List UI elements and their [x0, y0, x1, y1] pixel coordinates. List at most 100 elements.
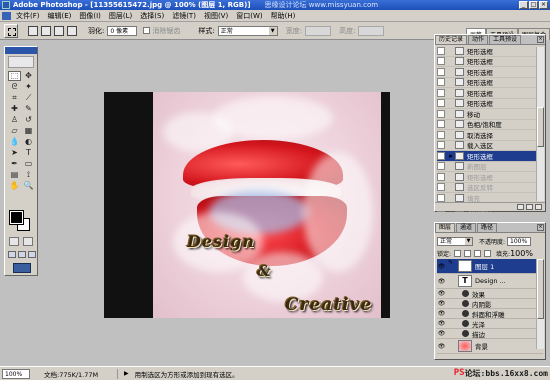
new-snapshot-icon[interactable]: [526, 204, 533, 210]
marquee-tool-icon[interactable]: ⬚: [8, 71, 21, 81]
history-item[interactable]: 色相/饱和度: [437, 120, 543, 130]
layer-row[interactable]: 👁 内阴影: [437, 299, 543, 309]
eye-icon[interactable]: 👁: [437, 330, 446, 337]
notes-tool-icon[interactable]: ▤: [8, 170, 21, 180]
new-selection-icon[interactable]: [28, 25, 38, 36]
history-source-checkbox[interactable]: [437, 141, 445, 150]
hand-tool-icon[interactable]: ✋: [8, 181, 21, 191]
history-item[interactable]: 矩形选框: [437, 172, 543, 183]
history-source-checkbox[interactable]: [437, 57, 445, 66]
layer-row[interactable]: 👁 光泽: [437, 319, 543, 329]
fill-input[interactable]: 100%: [510, 249, 533, 258]
eye-icon[interactable]: 👁: [437, 290, 446, 297]
menu-image[interactable]: 图像(I): [79, 11, 101, 21]
eyedropper-icon[interactable]: ⟟: [22, 170, 35, 180]
history-item[interactable]: 矩形选框: [437, 57, 543, 67]
trash-icon[interactable]: [535, 204, 542, 210]
shape-tool-icon[interactable]: ▭: [22, 159, 35, 169]
close-button[interactable]: ×: [539, 1, 548, 9]
history-item[interactable]: 矩形选框: [437, 78, 543, 88]
history-source-checkbox[interactable]: [437, 120, 445, 129]
jump-to-imageready-icon[interactable]: [13, 263, 31, 273]
opacity-input[interactable]: 100%: [507, 236, 532, 246]
layer-row[interactable]: 👁 背景: [437, 339, 543, 354]
layer-row[interactable]: 👁 T Design ...: [437, 274, 543, 289]
history-item[interactable]: 移动: [437, 109, 543, 120]
standard-mode-icon[interactable]: [9, 237, 19, 246]
layer-row[interactable]: 👁 ✎ 图层 1: [437, 259, 543, 274]
lock-all-checkbox[interactable]: [484, 249, 492, 257]
zoom-field[interactable]: 100%: [2, 368, 30, 379]
tab-history[interactable]: 历史记录: [435, 35, 468, 44]
eye-icon[interactable]: 👁: [437, 263, 446, 270]
history-source-checkbox[interactable]: [437, 46, 445, 55]
lock-transparency-checkbox[interactable]: [454, 249, 462, 257]
history-source-checkbox[interactable]: [437, 172, 445, 181]
type-tool-icon[interactable]: T: [22, 148, 35, 158]
eye-icon[interactable]: 👁: [437, 300, 446, 307]
move-tool-icon[interactable]: ✥: [22, 71, 35, 81]
history-item[interactable]: 载入选区: [437, 141, 543, 151]
blur-tool-icon[interactable]: 💧: [8, 137, 21, 147]
tab-tool-presets[interactable]: 工具预设: [489, 35, 522, 44]
tool-preset-picker[interactable]: [4, 23, 18, 38]
tab-layers[interactable]: 图层: [435, 223, 456, 232]
tab-paths[interactable]: 路径: [477, 223, 498, 232]
eraser-tool-icon[interactable]: ▱: [8, 126, 21, 136]
gradient-tool-icon[interactable]: ▦: [22, 126, 35, 136]
quickmask-mode-icon[interactable]: [23, 237, 33, 246]
history-scrollbar[interactable]: [536, 47, 544, 201]
history-item[interactable]: 矩形选框: [437, 88, 543, 99]
history-source-checkbox[interactable]: [437, 78, 445, 87]
history-brush-icon[interactable]: ↺: [22, 115, 35, 125]
screen-mode-full-icon[interactable]: [28, 251, 36, 258]
lasso-tool-icon[interactable]: ᘓ: [8, 82, 21, 92]
menu-filter[interactable]: 滤镜(T): [172, 11, 196, 21]
menu-select[interactable]: 选择(S): [140, 11, 164, 21]
history-source-checkbox[interactable]: [437, 162, 445, 171]
blend-mode-select[interactable]: 正常 ▼: [437, 236, 473, 246]
layer-row[interactable]: 👁 效果: [437, 289, 543, 299]
history-source-checkbox[interactable]: [437, 183, 445, 192]
history-source-checkbox[interactable]: [437, 99, 445, 108]
history-item[interactable]: 取消选择: [437, 130, 543, 141]
document-size[interactable]: 文档:775K/1.77M: [44, 368, 118, 379]
history-item[interactable]: 新图层: [437, 162, 543, 172]
history-item[interactable]: ▸ 矩形选框: [437, 151, 543, 162]
subtract-selection-icon[interactable]: [54, 25, 64, 36]
new-document-from-state-icon[interactable]: [517, 204, 524, 210]
menu-view[interactable]: 视图(V): [204, 11, 228, 21]
history-scroll-thumb[interactable]: [537, 107, 544, 147]
layers-scrollbar[interactable]: [536, 259, 544, 349]
history-close-button[interactable]: ×: [537, 36, 544, 43]
add-selection-icon[interactable]: [41, 25, 51, 36]
history-source-checkbox[interactable]: [437, 88, 445, 97]
intersect-selection-icon[interactable]: [67, 25, 77, 36]
width-input[interactable]: [305, 25, 332, 36]
antialias-checkbox[interactable]: [143, 27, 151, 34]
history-source-checkbox[interactable]: [437, 193, 445, 202]
healing-brush-icon[interactable]: ✚: [8, 104, 21, 114]
brush-tool-icon[interactable]: ✎: [22, 104, 35, 114]
magic-wand-icon[interactable]: ✦: [22, 82, 35, 92]
layers-scroll-thumb[interactable]: [537, 259, 544, 319]
eye-icon[interactable]: 👁: [437, 343, 446, 350]
history-source-checkbox[interactable]: [437, 109, 445, 118]
tab-channels[interactable]: 通道: [456, 223, 477, 232]
menu-window[interactable]: 窗口(W): [236, 11, 262, 21]
clone-stamp-icon[interactable]: ♙: [8, 115, 21, 125]
lock-position-checkbox[interactable]: [474, 249, 482, 257]
crop-tool-icon[interactable]: ⌗: [8, 93, 21, 103]
slice-tool-icon[interactable]: ⟋: [22, 93, 35, 103]
adobe-online-icon[interactable]: [8, 56, 34, 68]
eye-icon[interactable]: 👁: [437, 310, 446, 317]
menu-edit[interactable]: 编辑(E): [48, 11, 72, 21]
menu-layer[interactable]: 图层(L): [109, 11, 132, 21]
history-item[interactable]: 选区反转: [437, 183, 543, 193]
document-icon[interactable]: [2, 12, 11, 20]
history-item[interactable]: 矩形选框: [437, 99, 543, 109]
height-input[interactable]: [358, 25, 385, 36]
toolbox-header[interactable]: [5, 47, 37, 54]
history-source-checkbox[interactable]: [437, 67, 445, 76]
minimize-button[interactable]: _: [519, 1, 528, 9]
